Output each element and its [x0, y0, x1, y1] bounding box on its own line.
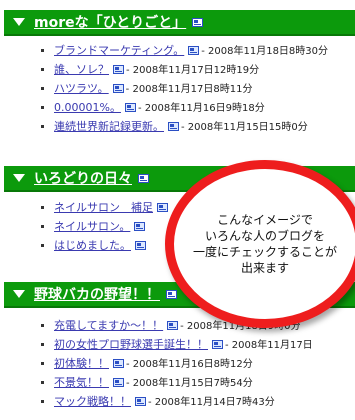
bullet-icon — [41, 106, 44, 109]
bullet-icon — [41, 68, 44, 71]
entry-link[interactable]: 不景気！！ — [54, 376, 109, 389]
feed-icon[interactable] — [212, 340, 223, 349]
triangle-down-icon[interactable] — [13, 18, 25, 26]
bullet-icon — [41, 87, 44, 90]
blog-title-link[interactable]: 野球バカの野望！！ — [34, 284, 160, 304]
entry-date: - 2008年11月18日8時30分 — [201, 46, 329, 57]
list-item: ブランドマーケティング。 - 2008年11月18日8時30分 — [4, 41, 355, 60]
entry-date: - 2008年11月16日8時12分 — [126, 359, 253, 370]
callout-line: こんなイメージで — [217, 213, 313, 227]
callout-bubble: こんなイメージで いろんな人のブログを 一度にチェックすることが 出来ます — [165, 160, 355, 328]
triangle-down-icon[interactable] — [13, 174, 25, 182]
entry-link[interactable]: マック戦略！！ — [54, 395, 131, 408]
entry-date: - 2008年11月17日8時11分 — [125, 84, 253, 95]
triangle-down-icon[interactable] — [13, 290, 25, 298]
entry-link[interactable]: 初体験！！ — [54, 357, 109, 370]
blog-title-link[interactable]: moreな「ひとりごと」 — [34, 12, 186, 32]
bullet-icon — [41, 400, 44, 403]
list-item: 0.00001%。 - 2008年11月16日9時18分 — [4, 98, 355, 117]
bullet-icon — [41, 225, 44, 228]
list-item: 初体験！！ - 2008年11月16日8時12分 — [4, 354, 355, 373]
entry-link[interactable]: 0.00001%。 — [54, 101, 121, 114]
callout-line: 一度にチェックすることが — [192, 245, 337, 259]
entry-date: - 2008年11月15日15時0分 — [181, 122, 308, 133]
blog-title-link[interactable]: いろどりの日々 — [34, 168, 132, 188]
bullet-icon — [41, 324, 44, 327]
entry-link[interactable]: ネイルサロン 補足 — [54, 201, 153, 214]
feed-icon[interactable] — [192, 17, 204, 27]
bullet-icon — [41, 206, 44, 209]
bullet-icon — [41, 362, 44, 365]
feed-icon[interactable] — [138, 173, 149, 183]
entry-link[interactable]: 誰、ソレ？ — [54, 63, 109, 76]
feed-icon[interactable] — [135, 241, 146, 250]
callout-line: 出来ます — [240, 261, 289, 275]
callout-line: いろんな人のブログを — [204, 229, 325, 243]
feed-icon[interactable] — [168, 122, 179, 131]
entry-date: - 2008年11月14日7時43分 — [148, 397, 275, 408]
feed-icon[interactable] — [113, 65, 124, 74]
blog-section-1: moreな「ひとりごと」 ブランドマーケティング。 - 2008年11月18日8時… — [4, 10, 355, 136]
feed-icon[interactable] — [135, 397, 146, 406]
entry-link[interactable]: はじめました。 — [54, 239, 131, 252]
entry-link[interactable]: 充電してますか～！！ — [54, 319, 163, 332]
bullet-icon — [41, 125, 44, 128]
feed-icon[interactable] — [166, 289, 177, 299]
feed-icon[interactable] — [188, 46, 200, 55]
feed-icon[interactable] — [134, 222, 146, 231]
entry-date: - 2008年11月16日9時18分 — [137, 103, 265, 114]
list-item: 初の女性プロ野球選手誕生！！ - 2008年11月17日 — [4, 335, 355, 354]
feed-icon[interactable] — [113, 359, 124, 368]
list-item: 連続世界新記録更新。 - 2008年11月15日15時0分 — [4, 117, 355, 136]
entry-date: - 2008年11月17日 — [225, 340, 313, 351]
entry-link[interactable]: 初の女性プロ野球選手誕生！！ — [54, 338, 208, 351]
list-item: マック戦略！！ - 2008年11月14日7時43分 — [4, 392, 355, 411]
list-item: 不景気！！ - 2008年11月15日7時54分 — [4, 373, 355, 392]
entry-link[interactable]: ハツラツ。 — [54, 82, 109, 95]
entry-link[interactable]: ネイルサロン。 — [54, 220, 130, 233]
feed-icon[interactable] — [113, 378, 124, 387]
entry-list: ブランドマーケティング。 - 2008年11月18日8時30分 誰、ソレ？ - 20… — [4, 41, 355, 136]
feed-icon[interactable] — [167, 321, 179, 330]
blog-header: moreな「ひとりごと」 — [4, 10, 355, 36]
entry-date: - 2008年11月15日7時54分 — [126, 378, 253, 389]
bullet-icon — [41, 244, 44, 247]
feed-icon[interactable] — [124, 103, 136, 112]
feed-icon[interactable] — [112, 84, 124, 93]
entry-list: 充電してますか～！！ - 2008年11月18日9時0分 初の女性プロ野球選手誕生… — [4, 316, 355, 411]
feed-icon[interactable] — [157, 203, 168, 212]
bullet-icon — [41, 343, 44, 346]
list-item: ハツラツ。 - 2008年11月17日8時11分 — [4, 79, 355, 98]
bullet-icon — [41, 49, 44, 52]
callout-text: こんなイメージで いろんな人のブログを 一度にチェックすることが 出来ます — [193, 212, 337, 276]
entry-link[interactable]: 連続世界新記録更新。 — [54, 120, 164, 133]
entry-date: - 2008年11月17日12時19分 — [126, 65, 260, 76]
list-item: 誰、ソレ？ - 2008年11月17日12時19分 — [4, 60, 355, 79]
bullet-icon — [41, 381, 44, 384]
entry-link[interactable]: ブランドマーケティング。 — [54, 44, 184, 57]
